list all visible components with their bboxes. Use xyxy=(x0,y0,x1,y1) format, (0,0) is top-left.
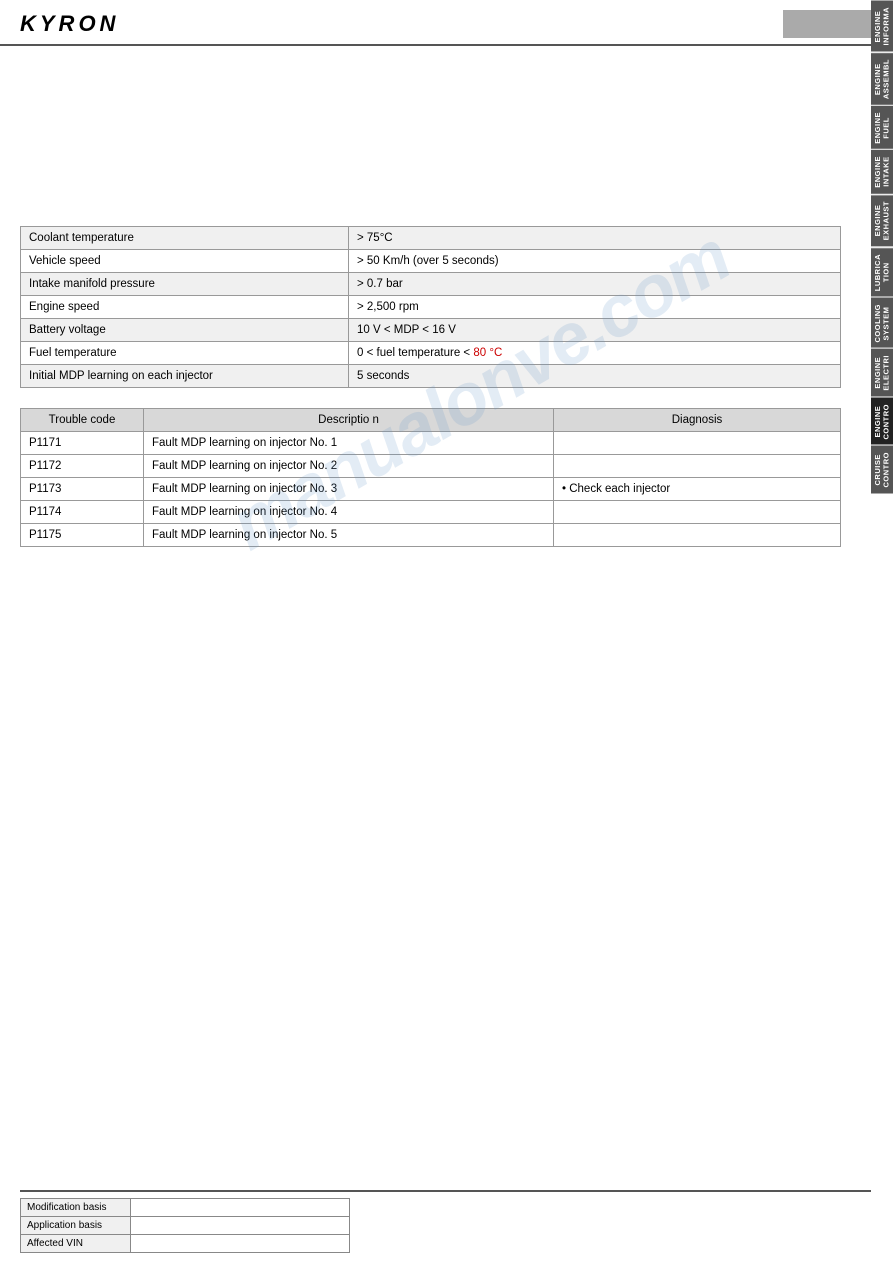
condition-param: Coolant temperature xyxy=(21,227,349,250)
sidebar-item-engine-exhaust[interactable]: ENGINEEXHAUST xyxy=(871,194,893,246)
conditions-table: Coolant temperature > 75°C Vehicle speed… xyxy=(20,226,841,388)
condition-param: Vehicle speed xyxy=(21,250,349,273)
sidebar-item-engine-intake[interactable]: ENGINEINTAKE xyxy=(871,149,893,194)
table-row: Fuel temperature 0 < fuel temperature < … xyxy=(21,342,841,365)
footer-row: Modification basis xyxy=(21,1199,350,1217)
table-row: Coolant temperature > 75°C xyxy=(21,227,841,250)
sidebar-item-lubrica-tion[interactable]: LUBRICATION xyxy=(871,247,893,297)
table-row: Intake manifold pressure > 0.7 bar xyxy=(21,273,841,296)
condition-value: > 0.7 bar xyxy=(349,273,841,296)
footer-row: Affected VIN xyxy=(21,1235,350,1253)
fault-col-diagnosis: Diagnosis xyxy=(554,409,841,432)
footer-label-modification: Modification basis xyxy=(21,1199,131,1217)
footer-label-affected: Affected VIN xyxy=(21,1235,131,1253)
fault-code: P1175 xyxy=(21,524,144,547)
fault-diagnosis xyxy=(554,455,841,478)
main-content: Coolant temperature > 75°C Vehicle speed… xyxy=(0,46,871,557)
condition-param: Engine speed xyxy=(21,296,349,319)
sidebar-item-engine-contro[interactable]: ENGINECONTRO xyxy=(871,397,893,446)
table-row: P1171 Fault MDP learning on injector No.… xyxy=(21,432,841,455)
footer-label-application: Application basis xyxy=(21,1217,131,1235)
fault-description: Fault MDP learning on injector No. 1 xyxy=(144,432,554,455)
fault-diagnosis xyxy=(554,524,841,547)
fault-diagnosis xyxy=(554,432,841,455)
fault-description: Fault MDP learning on injector No. 5 xyxy=(144,524,554,547)
table-row: P1172 Fault MDP learning on injector No.… xyxy=(21,455,841,478)
fault-col-code: Trouble code xyxy=(21,409,144,432)
brand-logo: KYRON xyxy=(20,11,119,37)
condition-value: 10 V < MDP < 16 V xyxy=(349,319,841,342)
footer-table: Modification basis Application basis Aff… xyxy=(20,1198,350,1253)
fault-table-header-row: Trouble code Descriptio n Diagnosis xyxy=(21,409,841,432)
footer-row: Application basis xyxy=(21,1217,350,1235)
footer-value-affected xyxy=(130,1235,349,1253)
fault-code: P1173 xyxy=(21,478,144,501)
table-row: Vehicle speed > 50 Km/h (over 5 seconds) xyxy=(21,250,841,273)
fault-description: Fault MDP learning on injector No. 2 xyxy=(144,455,554,478)
condition-param: Battery voltage xyxy=(21,319,349,342)
footer-divider xyxy=(20,1190,871,1192)
table-row: P1174 Fault MDP learning on injector No.… xyxy=(21,501,841,524)
fault-diagnosis xyxy=(554,501,841,524)
sidebar-item-engine-electri[interactable]: ENGINEELECTRI xyxy=(871,348,893,397)
condition-param: Fuel temperature xyxy=(21,342,349,365)
fault-table: Trouble code Descriptio n Diagnosis P117… xyxy=(20,408,841,547)
condition-value: > 75°C xyxy=(349,227,841,250)
top-spacer xyxy=(20,56,841,216)
sidebar-item-engine-fuel[interactable]: ENGINEFUEL xyxy=(871,105,893,150)
sidebar-item-engine-informa[interactable]: ENGINEINFORMA xyxy=(871,0,893,52)
fault-description: Fault MDP learning on injector No. 3 xyxy=(144,478,554,501)
header-box xyxy=(783,10,873,38)
table-row: Engine speed > 2,500 rpm xyxy=(21,296,841,319)
condition-param: Initial MDP learning on each injector xyxy=(21,365,349,388)
table-row: P1175 Fault MDP learning on injector No.… xyxy=(21,524,841,547)
fault-code: P1171 xyxy=(21,432,144,455)
table-row: P1173 Fault MDP learning on injector No.… xyxy=(21,478,841,501)
right-sidebar: ENGINEINFORMA ENGINEASSEMBL ENGINEFUEL E… xyxy=(871,0,893,494)
sidebar-item-engine-assembl[interactable]: ENGINEASSEMBL xyxy=(871,52,893,105)
fault-col-description: Descriptio n xyxy=(144,409,554,432)
fault-description: Fault MDP learning on injector No. 4 xyxy=(144,501,554,524)
table-row: Initial MDP learning on each injector 5 … xyxy=(21,365,841,388)
sidebar-item-cruise-contro[interactable]: CRUISECONTRO xyxy=(871,445,893,494)
sidebar-item-cooling-system[interactable]: COOLINGSYSTEM xyxy=(871,297,893,349)
footer-value-modification xyxy=(130,1199,349,1217)
fault-code: P1174 xyxy=(21,501,144,524)
fault-code: P1172 xyxy=(21,455,144,478)
footer-section: Modification basis Application basis Aff… xyxy=(20,1190,871,1253)
page-header: KYRON xyxy=(0,0,893,46)
fault-diagnosis: • Check each injector xyxy=(554,478,841,501)
condition-param: Intake manifold pressure xyxy=(21,273,349,296)
condition-value: 0 < fuel temperature < 80 °C xyxy=(349,342,841,365)
table-row: Battery voltage 10 V < MDP < 16 V xyxy=(21,319,841,342)
condition-value: > 2,500 rpm xyxy=(349,296,841,319)
condition-value: 5 seconds xyxy=(349,365,841,388)
condition-value: > 50 Km/h (over 5 seconds) xyxy=(349,250,841,273)
footer-value-application xyxy=(130,1217,349,1235)
